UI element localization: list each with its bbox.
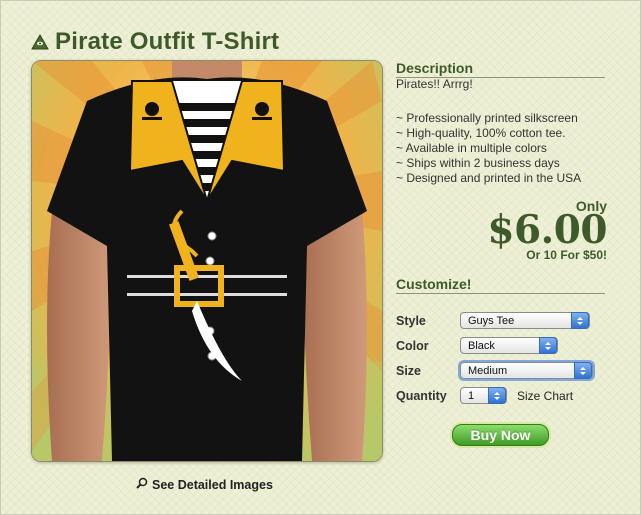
product-title-row: Pirate Outfit T-Shirt bbox=[30, 26, 279, 58]
quantity-select[interactable]: 1 bbox=[460, 387, 507, 404]
select-arrows-icon bbox=[539, 337, 557, 354]
page-title: Pirate Outfit T-Shirt bbox=[55, 28, 280, 55]
style-select-value: Guys Tee bbox=[468, 315, 515, 327]
color-label: Color bbox=[396, 339, 429, 353]
feature-item: ~ Designed and printed in the USA bbox=[396, 171, 582, 185]
style-select[interactable]: Guys Tee bbox=[460, 312, 590, 329]
quantity-label: Quantity bbox=[396, 389, 447, 403]
see-detailed-images-label: See Detailed Images bbox=[152, 478, 273, 492]
quantity-select-value: 1 bbox=[468, 390, 475, 402]
price: $6.00 bbox=[487, 207, 607, 253]
magnifier-icon bbox=[136, 476, 148, 494]
color-select[interactable]: Black bbox=[460, 337, 558, 354]
size-label: Size bbox=[396, 364, 422, 378]
product-image[interactable] bbox=[31, 60, 383, 462]
description-heading: Description bbox=[396, 60, 605, 78]
description-tagline: Pirates!! Arrrg! bbox=[396, 77, 473, 91]
select-arrows-icon bbox=[574, 362, 592, 379]
color-select-value: Black bbox=[468, 340, 495, 352]
select-arrows-icon bbox=[488, 387, 506, 404]
pyramid-eye-icon bbox=[30, 32, 50, 52]
style-label: Style bbox=[396, 314, 426, 328]
size-select-value: Medium bbox=[468, 365, 508, 377]
feature-item: ~ Available in multiple colors bbox=[396, 141, 547, 155]
feature-item: ~ Ships within 2 business days bbox=[396, 156, 560, 170]
size-select[interactable]: Medium bbox=[460, 362, 593, 379]
feature-item: ~ Professionally printed silkscreen bbox=[396, 111, 578, 125]
customize-heading: Customize! bbox=[396, 276, 605, 294]
feature-list: ~ Professionally printed silkscreen ~ Hi… bbox=[396, 111, 581, 186]
buy-now-button[interactable]: Buy Now bbox=[452, 424, 549, 446]
size-chart-link[interactable]: Size Chart bbox=[517, 389, 573, 403]
feature-item: ~ High-quality, 100% cotton tee. bbox=[396, 126, 566, 140]
see-detailed-images-link[interactable]: See Detailed Images bbox=[136, 476, 273, 494]
select-arrows-icon bbox=[571, 312, 589, 329]
bulk-price: Or 10 For $50! bbox=[526, 248, 607, 262]
